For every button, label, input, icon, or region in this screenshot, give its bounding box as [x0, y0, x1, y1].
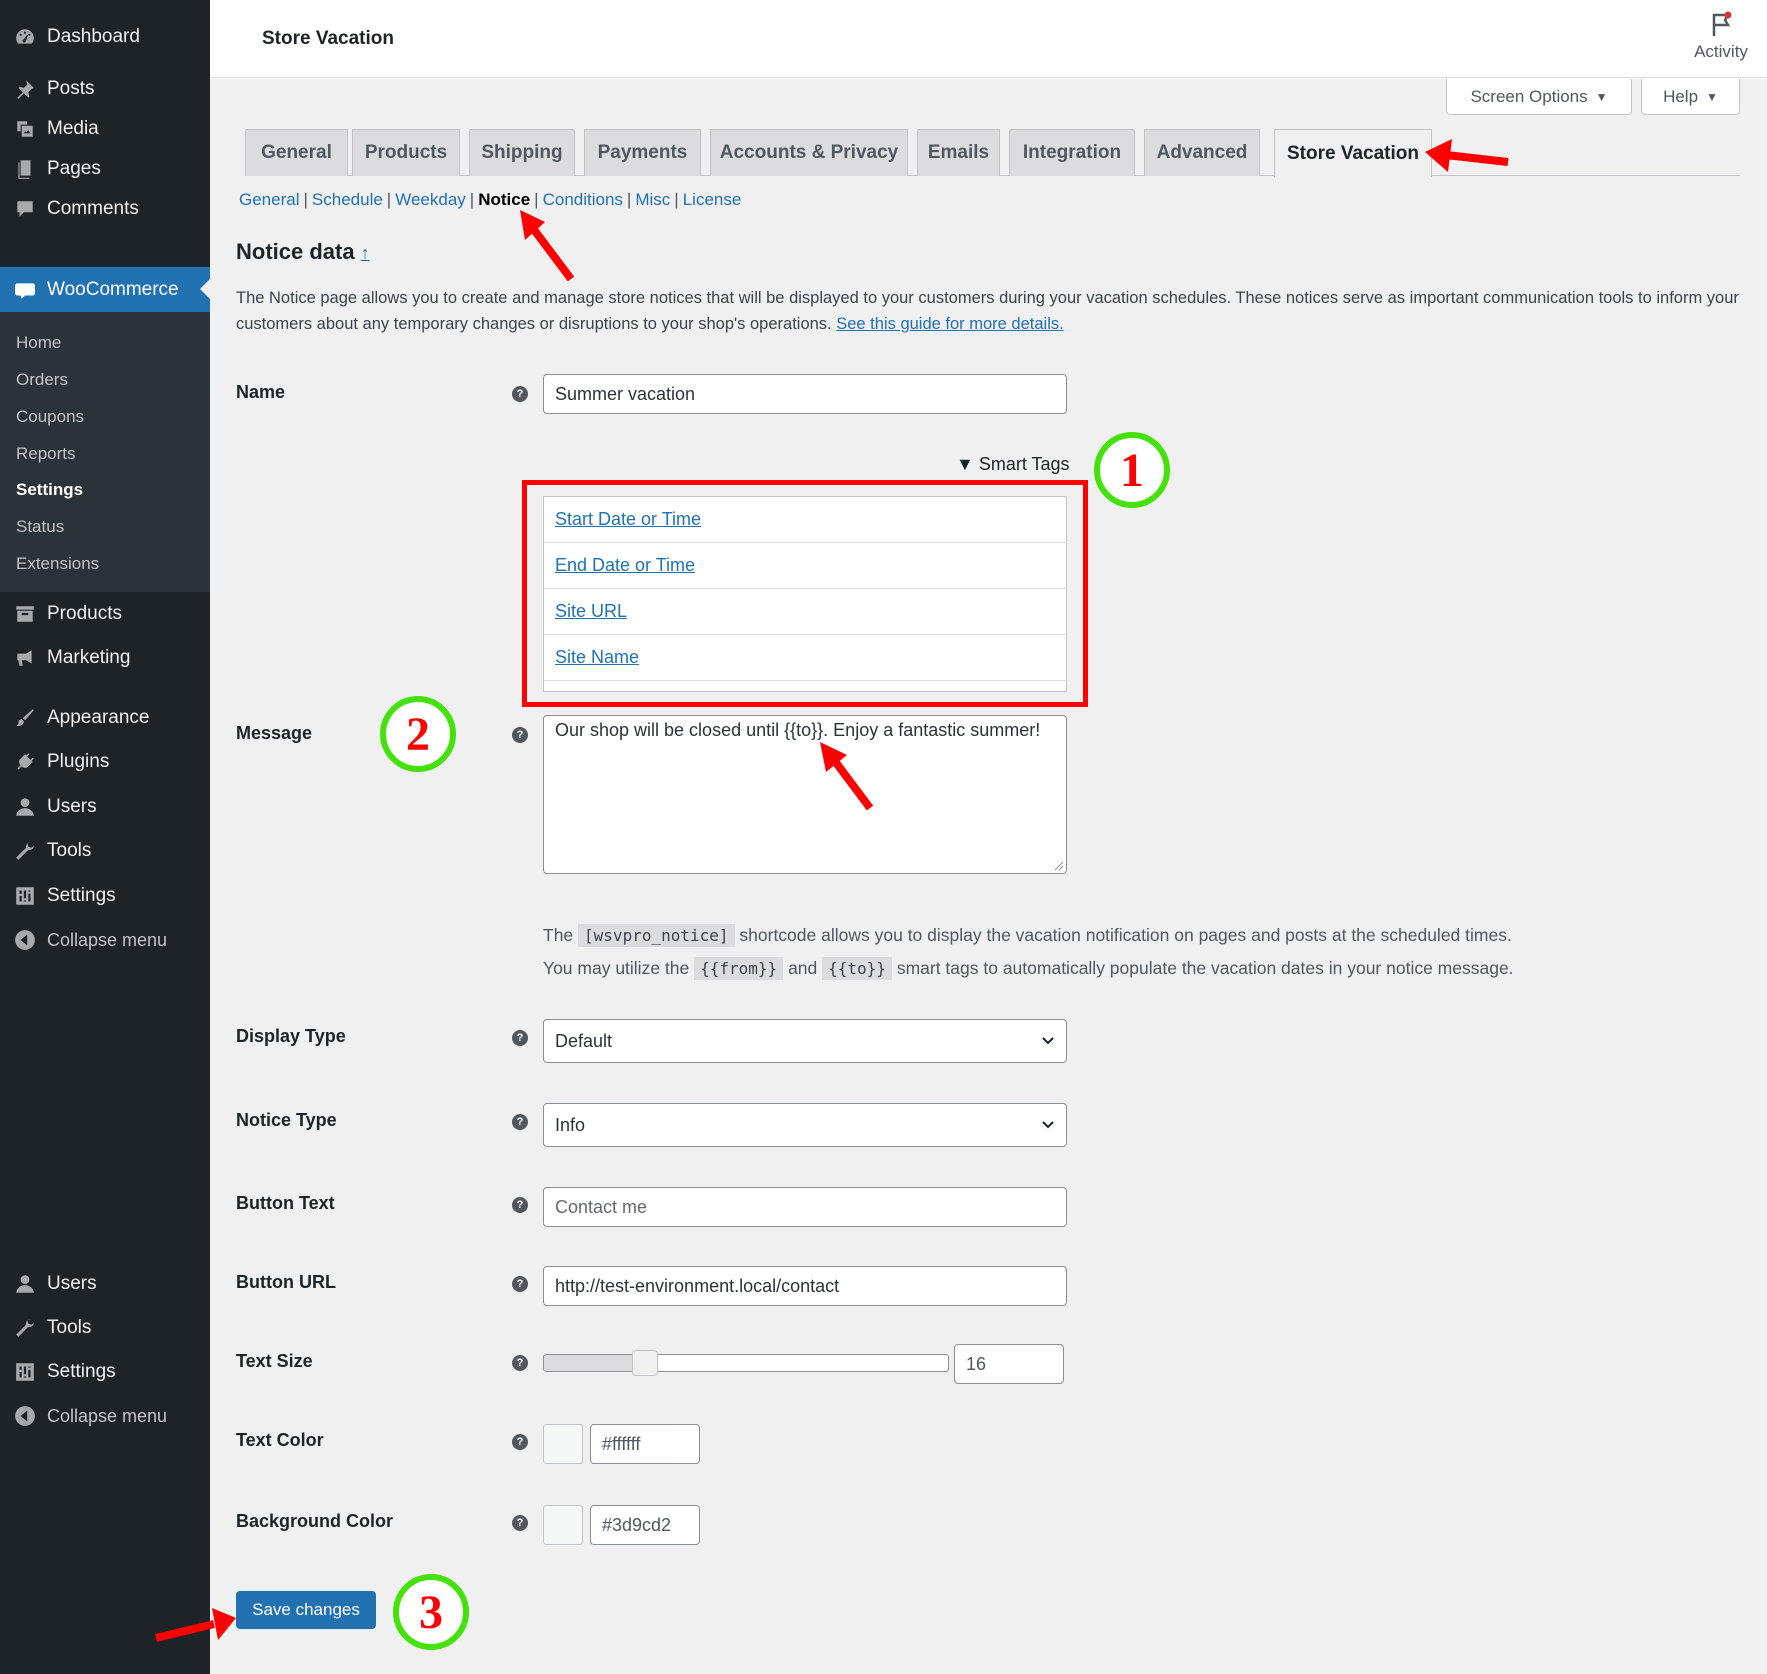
annotation-arrows — [155, 139, 1509, 1642]
